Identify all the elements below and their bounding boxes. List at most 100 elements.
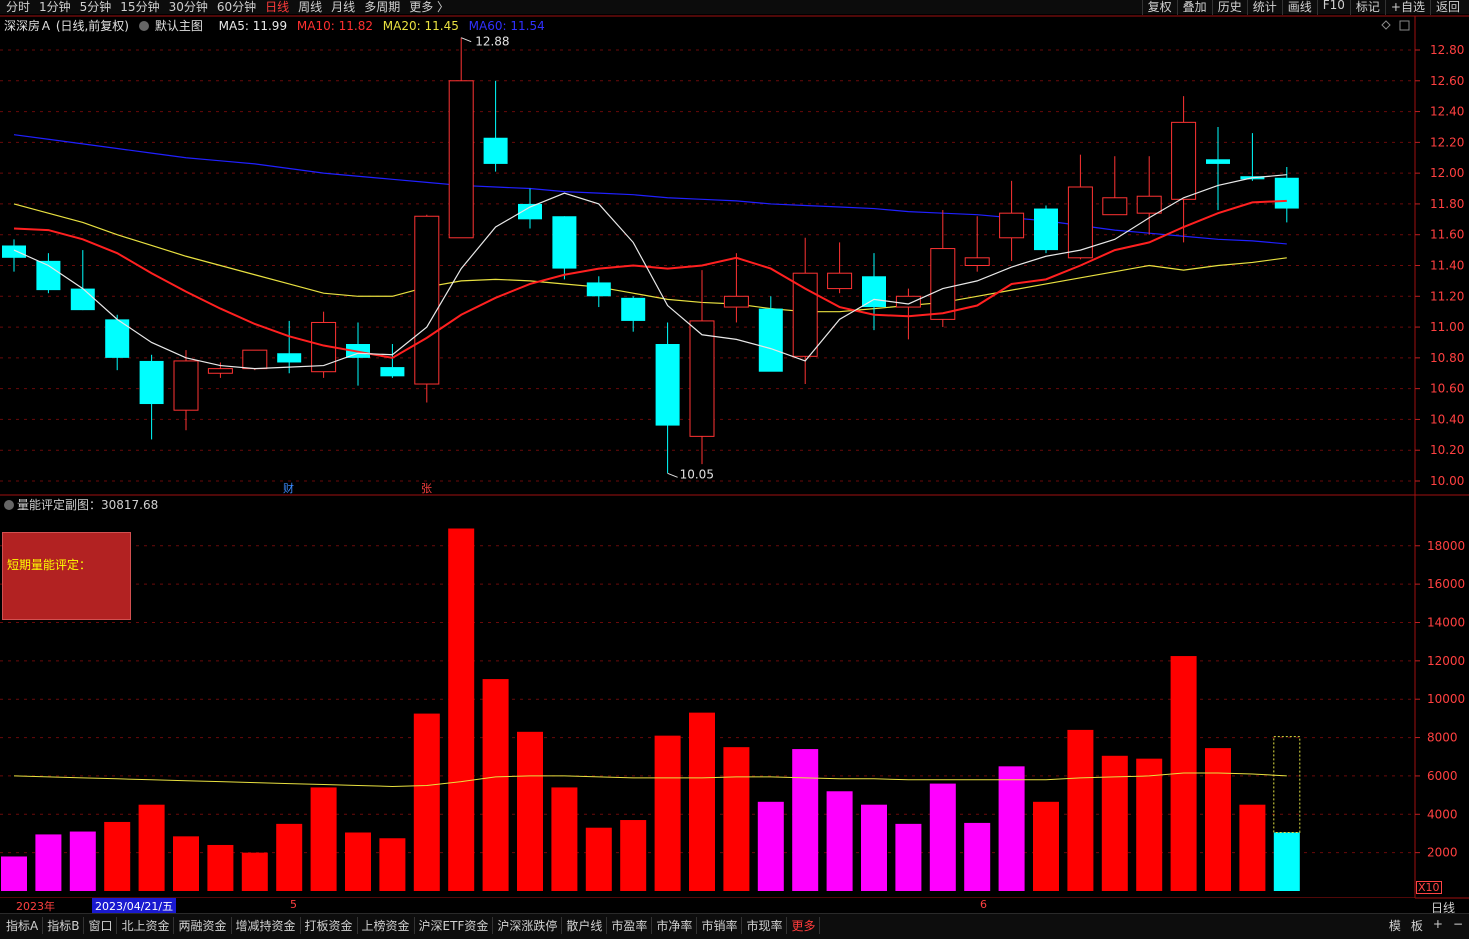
candle-body-up [1171,121,1197,200]
indicator-tab-14[interactable]: 市现率 [742,917,788,934]
volume-estimate-outline [1273,736,1301,834]
candle-body-down [1034,208,1058,251]
indicator-tab-11[interactable]: 市盈率 [607,917,653,934]
candle-body-up [827,272,853,290]
volume-bar [413,713,440,891]
ma10-line [13,199,1287,359]
indicator-tab-0[interactable]: 指标A [2,917,44,934]
candle-body-down [2,245,26,258]
window-control-3[interactable]: − [1453,917,1463,934]
dropdown-icon[interactable] [4,499,14,510]
volume-bar [1273,832,1300,891]
sub-title: 量能评定副图：30817.68 [17,498,159,512]
candle-body-up [999,212,1025,239]
candle-body-down [277,353,302,363]
candle-body-down [483,137,508,164]
window-control-2[interactable]: + [1433,917,1443,934]
volume-bar [517,731,543,891]
window-control-1[interactable]: 板 [1411,917,1423,934]
volume-bar [654,735,681,891]
candle-body-up [930,248,956,320]
candle-body-up [242,349,268,370]
month-6-label: 6 [980,898,987,911]
candle-body-up [1102,197,1128,216]
candle-body-up [895,295,921,308]
indicator-tab-9[interactable]: 沪深涨跌停 [493,917,563,934]
volume-bar [345,832,371,891]
candle-body-up [689,320,715,437]
volume-avg-line [13,772,1287,787]
candle-body-down [586,282,611,297]
price-tick-label: 12.00 [1430,166,1464,180]
indicator-tab-10[interactable]: 散户线 [562,917,608,934]
volume-bar [861,804,887,891]
candle-body-down [70,288,95,311]
volume-bar [723,747,750,891]
volume-bar [689,712,715,891]
volume-tick-label: 18000 [1427,539,1465,553]
volume-bar [826,791,853,891]
candle-body-down [862,276,886,308]
volume-bar [138,804,165,891]
volume-bar [585,827,612,891]
indicator-tab-4[interactable]: 两融资金 [174,917,232,934]
candle-body-up [723,295,749,308]
price-tick-label: 11.00 [1430,320,1464,334]
volume-bar [1205,748,1231,891]
candle-body-down [380,367,405,377]
volume-rating-label: 短期量能评定： [7,558,92,572]
volume-tick-label: 6000 [1427,769,1458,783]
candle-body-up [414,215,440,385]
price-tick-label: 11.60 [1430,228,1464,242]
volume-bar [69,831,96,891]
volume-bar [1033,801,1059,891]
indicator-tab-13[interactable]: 市销率 [697,917,743,934]
window-controls: 模板 + − [1389,917,1463,934]
volume-bar [895,823,922,891]
price-tick-label: 10.80 [1430,351,1464,365]
volume-bar [241,852,268,891]
indicator-tab-15[interactable]: 更多 [787,917,821,934]
volume-bar [1136,758,1163,891]
indicator-tab-8[interactable]: 沪深ETF资金 [415,917,494,934]
diamond-icon [1381,20,1391,30]
candle-body-up [448,80,474,239]
price-tick-label: 11.40 [1430,259,1464,273]
volume-bar [310,787,337,891]
sub-legend: 量能评定副图：30817.68 [4,496,158,513]
kline-chart[interactable]: 10.00 10.20 10.40 10.60 10.80 11.00 11.20 11.40… [0,0,1469,938]
volume-bar [207,844,234,891]
candle-body-up [964,257,990,266]
volume-tick-label: 4000 [1427,807,1458,821]
indicator-tab-1[interactable]: 指标B [43,917,85,934]
indicator-tab-2[interactable]: 窗口 [84,917,118,934]
indicator-tab-7[interactable]: 上榜资金 [358,917,415,934]
window-control-0[interactable]: 模 [1389,917,1401,934]
indicator-toolbar: 指标A 指标B 窗口 北上资金 两融资金 增减持资金 打板资金 上榜资金 沪深ETF资金 沪深涨跌… [0,913,1469,939]
volume-bar [1101,755,1128,891]
indicator-tabs: 指标A 指标B 窗口 北上资金 两融资金 增减持资金 打板资金 上榜资金 沪深ETF资金 沪深涨跌… [2,917,821,934]
price-tick-label: 12.80 [1430,43,1464,57]
volume-bar [757,801,784,891]
candle-body-down [758,308,783,372]
indicator-tab-5[interactable]: 增减持资金 [232,917,301,934]
low-label: 10.05 [680,467,714,481]
cursor-date: 2023/04/21/五 [92,898,177,914]
low-marker [667,472,678,478]
volume-tick-label: 8000 [1427,731,1458,745]
price-tick-label: 10.00 [1430,474,1464,488]
price-tick-label: 12.40 [1430,105,1464,119]
indicator-tab-6[interactable]: 打板资金 [301,917,358,934]
indicator-tab-12[interactable]: 市净率 [652,917,698,934]
candle-body-down [139,360,164,405]
volume-bar [35,834,62,891]
volume-bar [792,749,819,891]
volume-bar [379,838,406,891]
volume-tick-label: 10000 [1427,692,1465,706]
candle-body-down [1274,177,1299,209]
indicator-tab-3[interactable]: 北上资金 [117,917,175,934]
price-tick-label: 10.20 [1430,443,1464,457]
price-tick-label: 12.20 [1430,135,1464,149]
finance-mark: 财 [283,481,294,495]
scale-label: X10 [1416,881,1442,894]
